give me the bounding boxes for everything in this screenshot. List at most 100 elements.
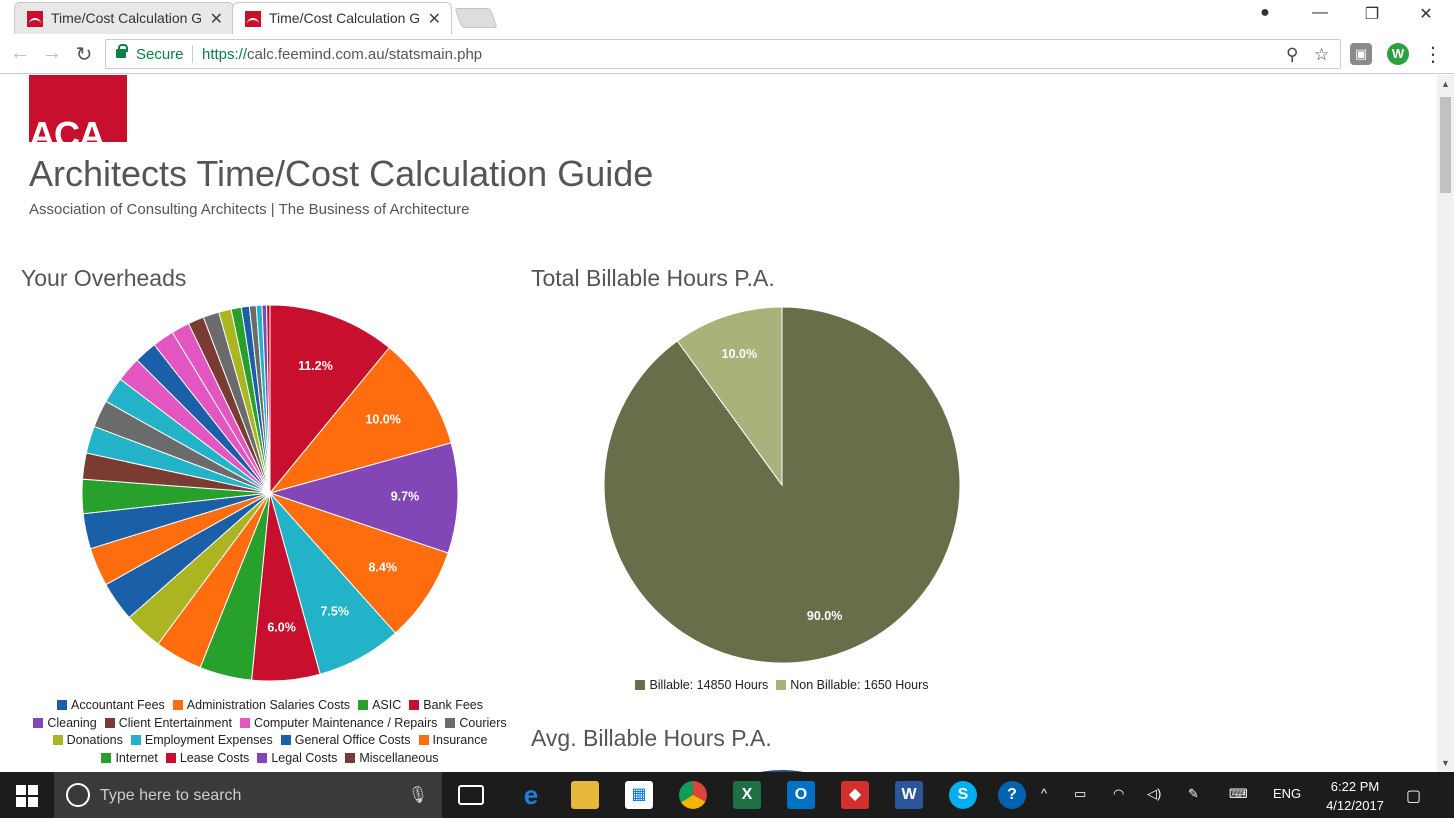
- logo-text: ACA: [29, 114, 105, 142]
- reload-icon[interactable]: ↻: [72, 42, 96, 67]
- url-path: calc.feemind.com.au/statsmain.php: [247, 46, 483, 63]
- billable-legend: Billable: 14850 Hours Non Billable: 1650 …: [582, 677, 982, 695]
- menu-icon[interactable]: ⋮: [1421, 42, 1445, 67]
- skype-icon[interactable]: S: [949, 781, 977, 809]
- legend-item[interactable]: Internet: [101, 750, 158, 768]
- browser-toolbar: ← → ↻ Secure https://calc.feemind.com.au…: [0, 34, 1454, 74]
- pie-slice-label: 90.0%: [807, 609, 842, 623]
- legend-item[interactable]: Bank Fees: [409, 697, 483, 715]
- legend-label: Billable: 14850 Hours: [649, 678, 769, 692]
- zoom-icon[interactable]: ⚲: [1286, 45, 1298, 65]
- legend-item[interactable]: ASIC: [358, 697, 401, 715]
- legend-swatch: [239, 717, 250, 728]
- clock-time: 6:22 PM: [1330, 779, 1380, 794]
- tab-strip: Time/Cost Calculation Gu ✕ Time/Cost Cal…: [0, 0, 1454, 34]
- search-placeholder: Type here to search: [100, 787, 242, 804]
- legend-swatch: [33, 717, 44, 728]
- pen-icon[interactable]: ✎: [1188, 786, 1199, 802]
- aca-logo: ACA: [29, 75, 127, 142]
- browser-tab[interactable]: Time/Cost Calculation Gu ✕: [14, 2, 234, 34]
- microphone-icon[interactable]: 🎙: [408, 785, 428, 805]
- legend-swatch: [635, 680, 646, 690]
- store-icon[interactable]: ▦: [625, 781, 653, 809]
- chrome-icon[interactable]: [679, 781, 707, 809]
- address-bar[interactable]: Secure https://calc.feemind.com.au/stats…: [105, 39, 1341, 69]
- minimize-icon[interactable]: —: [1305, 4, 1335, 22]
- legend-swatch: [172, 700, 183, 710]
- legend-item[interactable]: Non Billable: 1650 Hours: [776, 677, 929, 695]
- clock-date: 4/12/2017: [1326, 798, 1384, 813]
- show-hidden-icons-icon[interactable]: ^: [1041, 786, 1047, 801]
- close-window-icon[interactable]: ✕: [1411, 4, 1441, 24]
- legend-label: Couriers: [459, 715, 507, 730]
- system-clock[interactable]: 6:22 PM 4/12/2017: [1310, 777, 1400, 815]
- outlook-icon[interactable]: O: [787, 781, 815, 809]
- avg-billable-heading: Avg. Billable Hours P.A.: [531, 725, 772, 751]
- legend-item[interactable]: Computer Maintenance / Repairs: [239, 715, 438, 733]
- restore-icon[interactable]: ❐: [1357, 4, 1387, 24]
- battery-icon[interactable]: ▭: [1074, 786, 1086, 802]
- scrollbar-thumb[interactable]: [1440, 97, 1451, 193]
- legend-label: Lease Costs: [179, 751, 250, 766]
- overheads-pie-chart: 11.2% 10.0% 9.7% 8.4% 7.5% 6.0%: [81, 304, 459, 682]
- forward-icon[interactable]: →: [40, 42, 64, 65]
- page-subtitle: Association of Consulting Architects | T…: [29, 201, 470, 218]
- scroll-down-icon[interactable]: ▼: [1441, 758, 1450, 768]
- word-icon[interactable]: W: [895, 781, 923, 809]
- extension-shield-icon[interactable]: ▣: [1350, 43, 1372, 65]
- legend-swatch: [257, 753, 268, 764]
- legend-label: Cleaning: [47, 715, 97, 730]
- bookmark-star-icon[interactable]: ☆: [1314, 45, 1329, 65]
- legend-label: ASIC: [372, 698, 402, 712]
- edge-icon[interactable]: e: [517, 781, 545, 809]
- taskbar-search[interactable]: Type here to search 🎙: [54, 772, 442, 818]
- legend-swatch: [104, 717, 115, 728]
- legend-item[interactable]: Client Entertainment: [104, 715, 232, 733]
- url-scheme: https://: [202, 46, 248, 63]
- extension-w-icon[interactable]: W: [1387, 43, 1409, 65]
- close-tab-icon[interactable]: ✕: [428, 9, 441, 29]
- pie-slice-label: 8.4%: [368, 560, 397, 574]
- legend-item[interactable]: Couriers: [445, 715, 507, 733]
- legend-item[interactable]: Accountant Fees: [56, 697, 165, 715]
- legend-item[interactable]: General Office Costs: [280, 732, 411, 750]
- browser-tab-active[interactable]: Time/Cost Calculation Gu ✕: [232, 2, 452, 34]
- legend-item[interactable]: Donations: [52, 732, 123, 750]
- file-explorer-icon[interactable]: [571, 781, 599, 809]
- scroll-up-icon[interactable]: ▲: [1441, 79, 1450, 89]
- secure-label: Secure: [136, 46, 184, 63]
- volume-icon[interactable]: ◁): [1147, 786, 1161, 802]
- legend-item[interactable]: Cleaning: [33, 715, 97, 733]
- legend-label: Miscellaneous: [359, 751, 439, 766]
- overheads-heading: Your Overheads: [21, 265, 187, 291]
- legend-swatch: [345, 753, 356, 764]
- help-icon[interactable]: ?: [998, 781, 1026, 809]
- keyboard-icon[interactable]: ⌨: [1229, 786, 1248, 802]
- windows-start-icon[interactable]: [16, 785, 38, 807]
- task-view-icon[interactable]: [458, 785, 484, 805]
- back-icon[interactable]: ←: [8, 42, 32, 65]
- cortana-icon: [66, 783, 90, 807]
- legend-item[interactable]: Miscellaneous: [345, 750, 439, 768]
- legend-item[interactable]: Lease Costs: [165, 750, 250, 768]
- profile-icon[interactable]: ●: [1250, 4, 1280, 22]
- legend-item[interactable]: Administration Salaries Costs: [172, 697, 350, 715]
- new-tab-button[interactable]: [454, 8, 498, 28]
- action-center-icon[interactable]: ▢: [1406, 786, 1421, 806]
- legend-swatch: [776, 680, 787, 690]
- legend-item[interactable]: Employment Expenses: [130, 732, 273, 750]
- url-text[interactable]: https://calc.feemind.com.au/statsmain.ph…: [202, 46, 482, 63]
- sketchup-icon[interactable]: ◆: [841, 781, 869, 809]
- excel-icon[interactable]: X: [733, 781, 761, 809]
- legend-item[interactable]: Legal Costs: [257, 750, 337, 768]
- wifi-icon[interactable]: ◠: [1113, 786, 1124, 802]
- legend-item[interactable]: Insurance: [418, 732, 487, 750]
- language-indicator[interactable]: ENG: [1273, 786, 1301, 801]
- legend-label: Donations: [66, 733, 123, 748]
- legend-swatch: [130, 735, 141, 746]
- close-tab-icon[interactable]: ✕: [210, 9, 223, 29]
- legend-label: Client Entertainment: [118, 715, 232, 730]
- page-scrollbar[interactable]: ▲ ▼: [1437, 75, 1454, 772]
- legend-label: Computer Maintenance / Repairs: [253, 715, 438, 730]
- legend-item[interactable]: Billable: 14850 Hours: [635, 677, 768, 695]
